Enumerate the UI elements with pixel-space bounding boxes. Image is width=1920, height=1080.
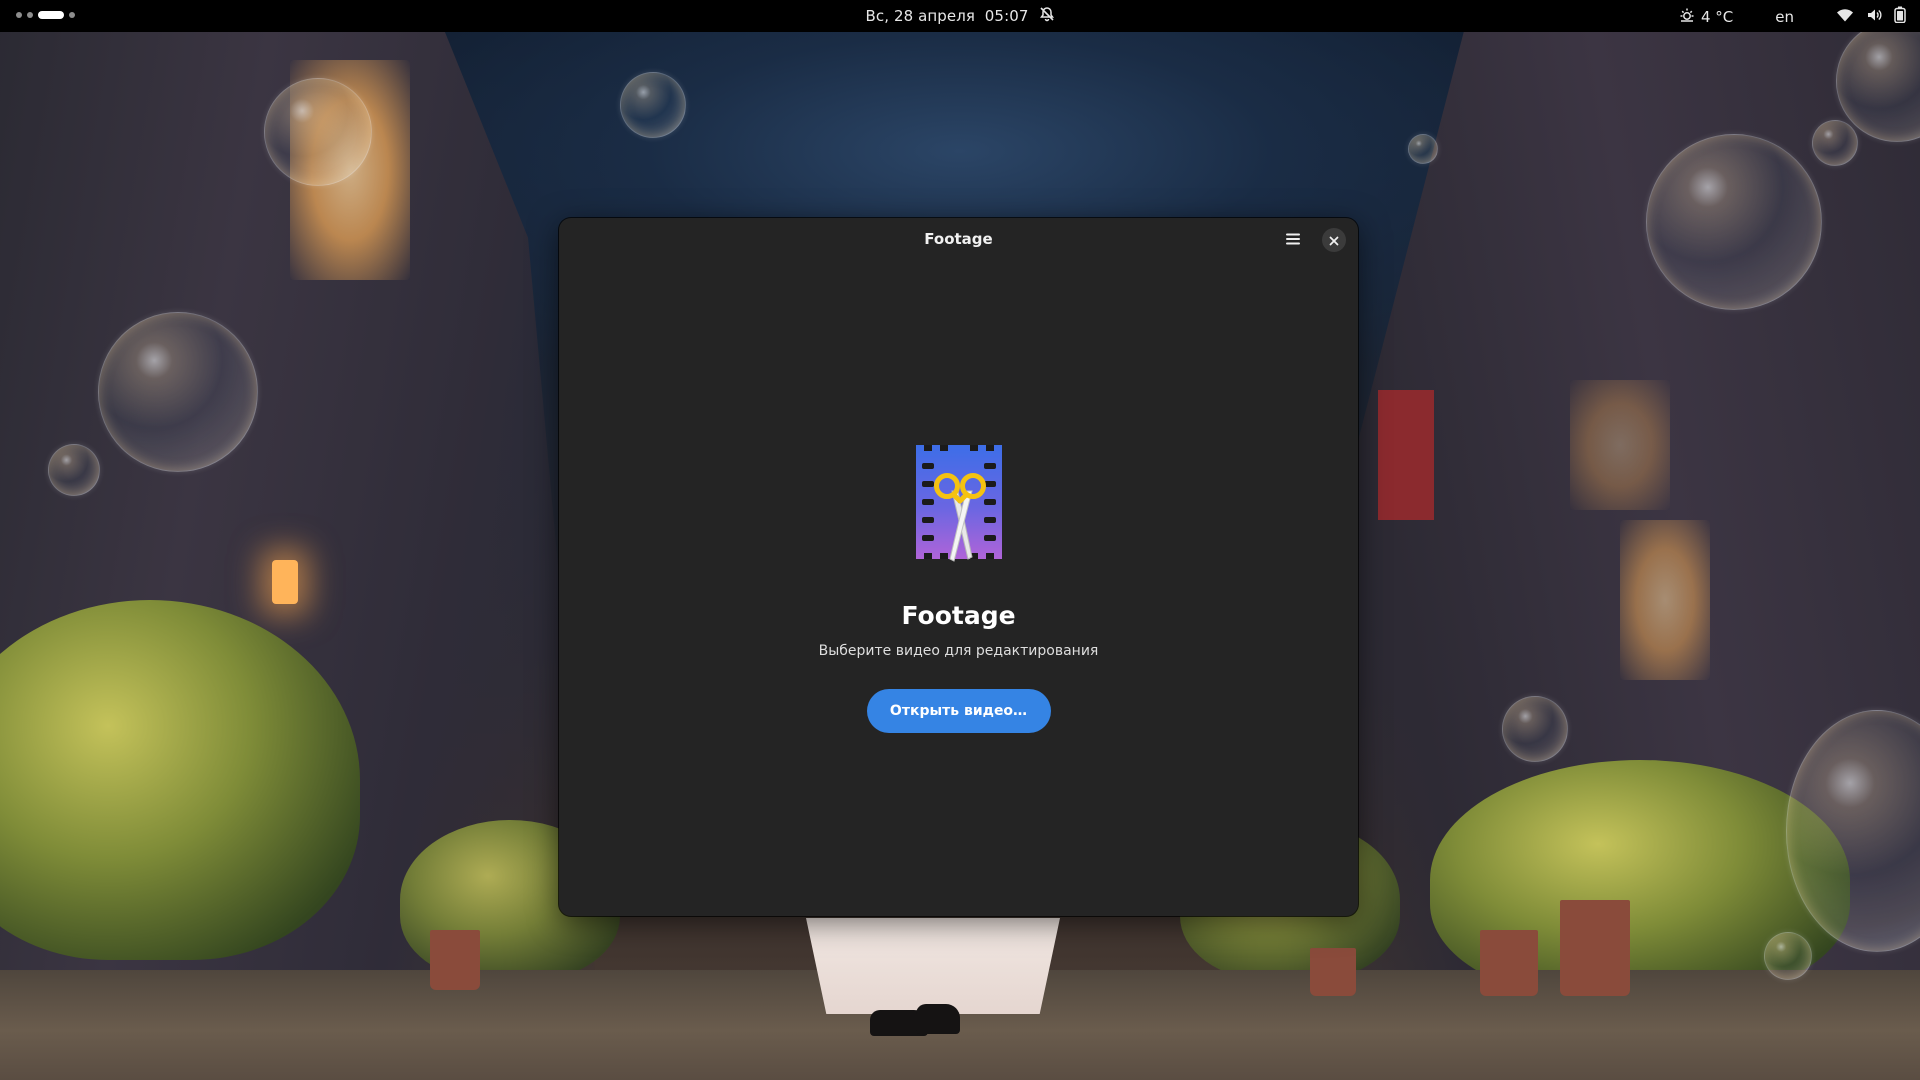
wallpaper-figure-dress	[806, 918, 1060, 1014]
wallpaper-bubble	[1812, 120, 1858, 166]
wallpaper-bubble	[1764, 932, 1812, 980]
date-time-label: Вс, 28 апреля 05:07	[865, 7, 1029, 25]
wallpaper-bubble	[1408, 134, 1438, 164]
wallpaper-bubble	[1502, 696, 1568, 762]
weather-icon	[1679, 7, 1695, 27]
wallpaper-bubble	[1646, 134, 1822, 310]
volume-icon[interactable]	[1866, 7, 1882, 27]
date-time-button[interactable]: Вс, 28 апреля 05:07	[865, 6, 1054, 26]
window-title: Footage	[924, 230, 993, 248]
empty-state-status-page: Footage Выберите видео для редактировани…	[559, 443, 1358, 733]
close-window-button[interactable]	[1322, 228, 1346, 252]
wallpaper-bubble	[620, 72, 686, 138]
wallpaper-bubble	[98, 312, 258, 472]
wallpaper-flower-pot	[1560, 900, 1630, 996]
wallpaper-lit-window	[1570, 380, 1670, 510]
header-bar[interactable]: Footage	[559, 218, 1358, 260]
footage-app-icon	[914, 443, 1004, 563]
wallpaper-flower-pot	[1480, 930, 1538, 996]
wallpaper-bubble	[48, 444, 100, 496]
top-bar: Вс, 28 апреля 05:07 4 °C en	[0, 0, 1920, 32]
open-video-button[interactable]: Открыть видео…	[866, 689, 1051, 733]
status-title: Footage	[901, 601, 1016, 630]
footage-window: Footage Footage Выберите видео для редак…	[559, 218, 1358, 916]
notifications-disabled-icon	[1039, 6, 1055, 26]
battery-icon[interactable]	[1894, 6, 1906, 27]
weather-indicator[interactable]: 4 °C	[1679, 7, 1733, 27]
system-tray[interactable]: 4 °C en	[1679, 6, 1906, 27]
main-menu-button[interactable]	[1276, 224, 1310, 258]
wallpaper-lit-window	[1620, 520, 1710, 680]
wallpaper-flower-pot	[1310, 948, 1356, 996]
wallpaper-red-sign	[1378, 390, 1434, 520]
hamburger-menu-icon	[1285, 231, 1301, 251]
wifi-icon[interactable]	[1836, 7, 1854, 27]
status-description: Выберите видео для редактирования	[818, 643, 1099, 659]
close-icon	[1329, 231, 1339, 250]
weather-temperature: 4 °C	[1700, 7, 1734, 26]
wallpaper-bubble	[264, 78, 372, 186]
wallpaper-lantern	[272, 560, 298, 604]
wallpaper-flower-pot	[430, 930, 480, 990]
clock-area: Вс, 28 апреля 05:07	[0, 6, 1920, 26]
keyboard-layout-indicator[interactable]: en	[1775, 8, 1794, 26]
wallpaper-figure-shoe	[916, 1004, 960, 1034]
